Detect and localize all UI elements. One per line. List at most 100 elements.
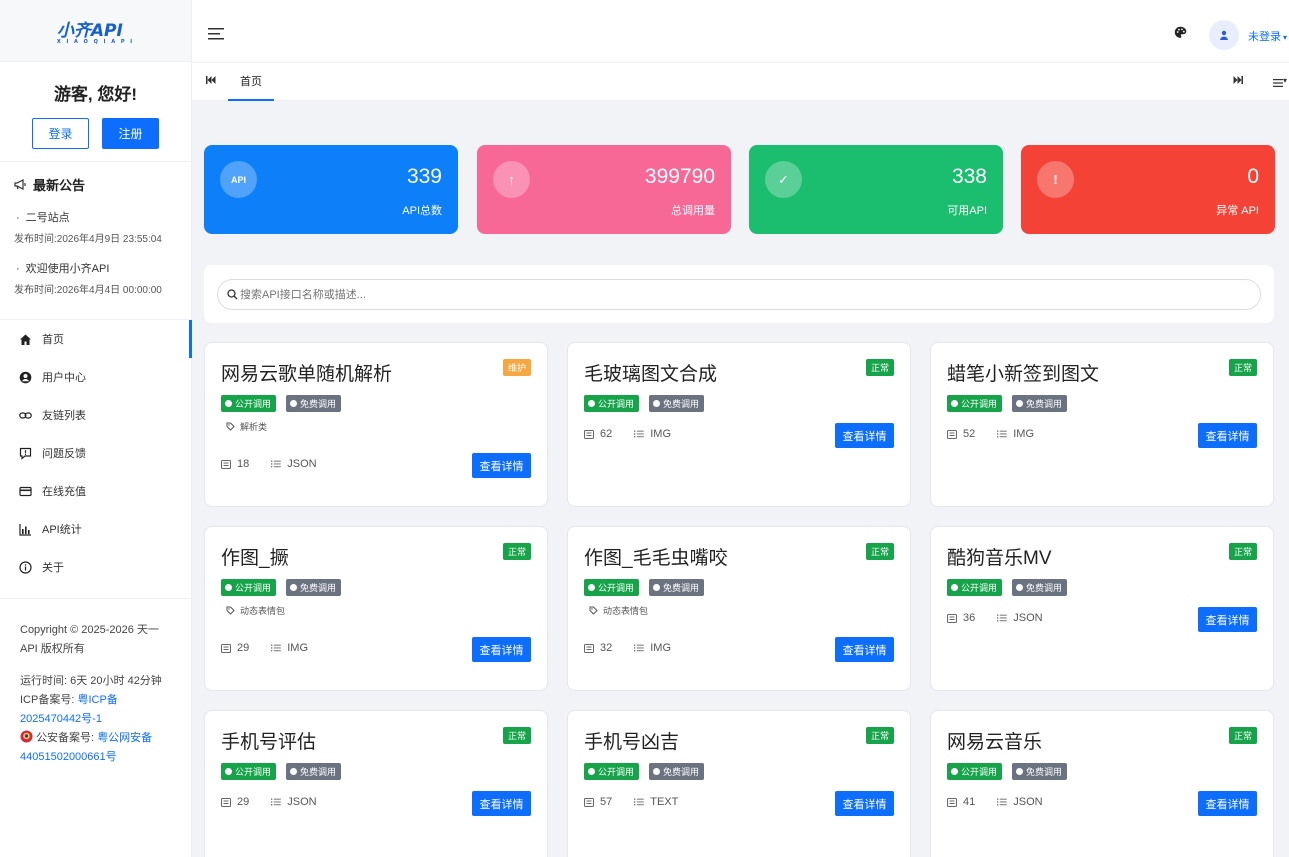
api-card[interactable]: 作图_毛毛虫嘴咬 正常 公开调用 免费调用 动态表情包 32 IMG 查看详情 bbox=[567, 526, 911, 691]
sidebar-item-recharge[interactable]: 在线充值 bbox=[0, 472, 191, 510]
call-count: 29 bbox=[237, 796, 250, 808]
api-card-badges: 公开调用 免费调用 bbox=[584, 395, 705, 412]
call-count: 29 bbox=[237, 642, 250, 654]
api-card[interactable]: 蜡笔小新签到图文 正常 公开调用 免费调用 52 IMG 查看详情 bbox=[930, 342, 1274, 507]
free-badge: 免费调用 bbox=[1012, 579, 1068, 596]
search-panel bbox=[204, 265, 1274, 323]
free-badge: 免费调用 bbox=[286, 395, 342, 412]
sidebar-item-home[interactable]: 首页 bbox=[0, 320, 192, 358]
api-card-title: 网易云歌单随机解析 bbox=[221, 364, 393, 385]
stat-card-total: API 339 API总数 bbox=[204, 145, 458, 234]
notice-item-title: 欢迎使用小齐API bbox=[16, 260, 191, 276]
globe-icon bbox=[588, 584, 595, 591]
notice-heading: 最新公告 bbox=[14, 175, 191, 194]
public-badge: 公开调用 bbox=[947, 395, 1003, 412]
bar-chart-icon bbox=[19, 523, 31, 536]
tab-home[interactable]: 首页 bbox=[228, 63, 274, 101]
badge-label: 免费调用 bbox=[663, 583, 700, 593]
response-format: JSON bbox=[1013, 796, 1043, 808]
sidebar-item-label: 在线充值 bbox=[42, 486, 86, 498]
globe-icon bbox=[588, 400, 595, 407]
notice-item[interactable]: 欢迎使用小齐API 发布时间:2026年4月4日 00:00:00 bbox=[14, 260, 191, 296]
menu-toggle-icon[interactable] bbox=[208, 28, 224, 40]
response-format: IMG bbox=[650, 428, 672, 440]
stat-card-error: ! 0 异常 API bbox=[1021, 145, 1275, 234]
badge-label: 公开调用 bbox=[961, 767, 998, 777]
sidebar-item-label: 用户中心 bbox=[42, 372, 86, 384]
list-icon bbox=[634, 644, 645, 652]
skip-last-icon[interactable] bbox=[1233, 76, 1243, 84]
stat-value: 399790 bbox=[644, 165, 715, 188]
api-card[interactable]: 作图_撅 正常 公开调用 免费调用 动态表情包 29 IMG 查看详情 bbox=[204, 526, 548, 691]
view-detail-button[interactable]: 查看详情 bbox=[472, 453, 531, 478]
api-card-meta: 57 TEXT bbox=[584, 796, 678, 808]
api-card[interactable]: 毛玻璃图文合成 正常 公开调用 免费调用 62 IMG 查看详情 bbox=[567, 342, 911, 507]
calls-icon bbox=[947, 613, 957, 623]
notice-item-title: 二号站点 bbox=[16, 209, 191, 225]
badge-label: 免费调用 bbox=[663, 767, 700, 777]
sidebar-item-label: 关于 bbox=[42, 562, 64, 574]
list-icon bbox=[997, 798, 1008, 806]
api-card-title: 作图_毛毛虫嘴咬 bbox=[584, 548, 728, 569]
tag-icon bbox=[226, 422, 235, 431]
api-icon: API bbox=[220, 161, 257, 198]
category-tag: 解析类 bbox=[226, 420, 267, 433]
skip-first-icon[interactable] bbox=[206, 76, 216, 84]
api-card-meta: 41 JSON bbox=[947, 796, 1043, 808]
api-card[interactable]: 网易云歌单随机解析 维护 公开调用 免费调用 解析类 18 JSON 查看详情 bbox=[204, 342, 548, 507]
sidebar-item-about[interactable]: 关于 bbox=[0, 548, 191, 586]
feedback-icon bbox=[19, 447, 32, 460]
search-input[interactable] bbox=[217, 279, 1261, 310]
stat-label: 可用API bbox=[947, 205, 987, 217]
globe-icon bbox=[225, 400, 232, 407]
sidebar-item-api-stats[interactable]: API统计 bbox=[0, 510, 191, 548]
badge-label: 免费调用 bbox=[663, 399, 700, 409]
api-card[interactable]: 酷狗音乐MV 正常 公开调用 免费调用 36 JSON 查看详情 bbox=[930, 526, 1274, 691]
view-detail-button[interactable]: 查看详情 bbox=[1198, 607, 1257, 632]
avatar[interactable] bbox=[1209, 20, 1239, 50]
api-card-badges: 公开调用 免费调用 bbox=[221, 579, 342, 596]
api-card-badges: 公开调用 免费调用 bbox=[221, 395, 342, 412]
palette-icon[interactable] bbox=[1174, 26, 1187, 39]
notice-item-date: 发布时间:2026年4月9日 23:55:04 bbox=[14, 234, 162, 245]
status-badge: 正常 bbox=[1228, 359, 1257, 376]
api-card[interactable]: 手机号凶吉 正常 公开调用 免费调用 57 TEXT 查看详情 bbox=[567, 710, 911, 857]
public-badge: 公开调用 bbox=[947, 579, 1003, 596]
api-card-meta: 29 JSON bbox=[221, 796, 317, 808]
sidebar-item-label: 首页 bbox=[42, 334, 64, 346]
badge-label: 公开调用 bbox=[598, 399, 635, 409]
police-record: 公安备案号: 粤公网安备44051502000661号 bbox=[20, 729, 171, 767]
api-card[interactable]: 手机号评估 正常 公开调用 免费调用 29 JSON 查看详情 bbox=[204, 710, 548, 857]
card-icon bbox=[19, 486, 32, 496]
user-dropdown[interactable]: 未登录 ▾ bbox=[1248, 28, 1287, 44]
public-badge: 公开调用 bbox=[584, 395, 640, 412]
search-icon bbox=[227, 289, 238, 300]
view-detail-button[interactable]: 查看详情 bbox=[835, 791, 894, 816]
view-detail-button[interactable]: 查看详情 bbox=[835, 637, 894, 662]
icp-record: ICP备案号: 粤ICP备2025470442号-1 bbox=[20, 691, 171, 729]
sidebar-item-links[interactable]: 友链列表 bbox=[0, 396, 191, 434]
calls-icon bbox=[221, 797, 231, 807]
api-card-badges: 公开调用 免费调用 bbox=[947, 395, 1068, 412]
sidebar-item-feedback[interactable]: 问题反馈 bbox=[0, 434, 191, 472]
logo[interactable]: 小齐API X I A O Q I A P I bbox=[0, 0, 191, 62]
login-button[interactable]: 登录 bbox=[32, 118, 89, 149]
calls-icon bbox=[221, 459, 231, 469]
sidebar-item-user-center[interactable]: 用户中心 bbox=[0, 358, 191, 396]
free-badge: 免费调用 bbox=[649, 763, 705, 780]
tab-menu[interactable]: ▾ bbox=[1272, 76, 1287, 90]
badge-label: 公开调用 bbox=[235, 399, 272, 409]
view-detail-button[interactable]: 查看详情 bbox=[472, 791, 531, 816]
list-menu-icon bbox=[1272, 79, 1283, 87]
badge-label: 免费调用 bbox=[1026, 767, 1063, 777]
view-detail-button[interactable]: 查看详情 bbox=[835, 423, 894, 448]
view-detail-button[interactable]: 查看详情 bbox=[1198, 423, 1257, 448]
register-button[interactable]: 注册 bbox=[102, 118, 159, 149]
sidebar-item-label: 问题反馈 bbox=[42, 448, 86, 460]
view-detail-button[interactable]: 查看详情 bbox=[472, 637, 531, 662]
api-card-title: 蜡笔小新签到图文 bbox=[947, 364, 1100, 385]
view-detail-button[interactable]: 查看详情 bbox=[1198, 791, 1257, 816]
api-card[interactable]: 网易云音乐 正常 公开调用 免费调用 41 JSON 查看详情 bbox=[930, 710, 1274, 857]
notice-item[interactable]: 二号站点 发布时间:2026年4月9日 23:55:04 bbox=[14, 209, 191, 245]
sidebar: 小齐API X I A O Q I A P I 游客, 您好! 登录 注册 最新公… bbox=[0, 0, 192, 857]
